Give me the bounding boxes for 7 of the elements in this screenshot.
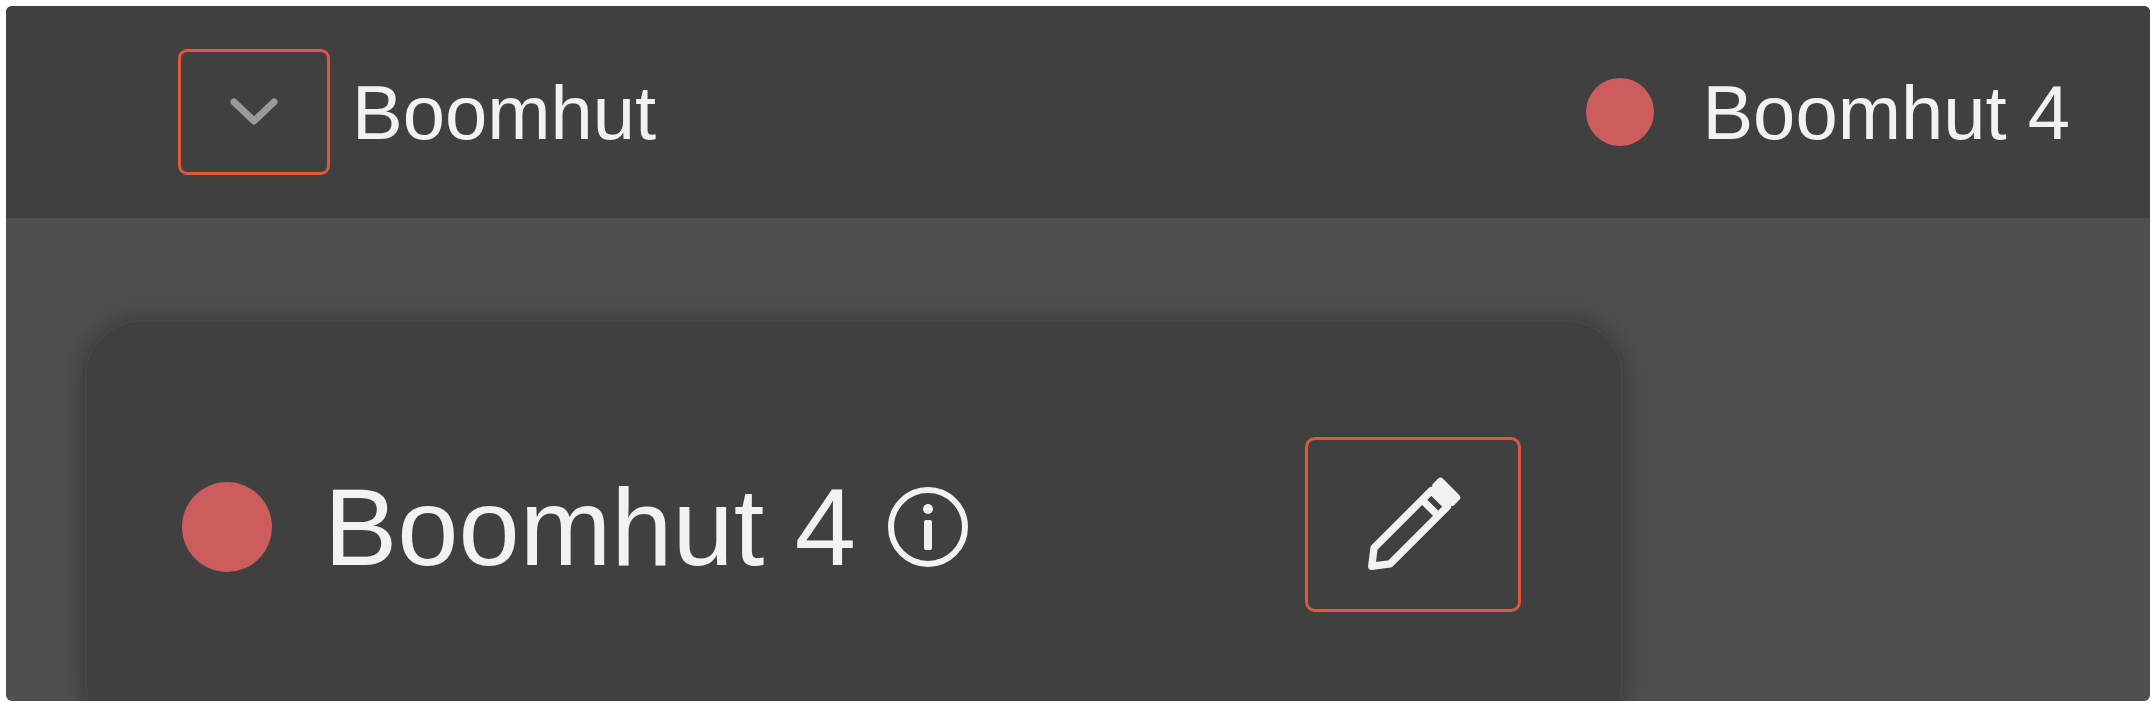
edit-button[interactable] <box>1305 437 1521 612</box>
bar-title: Boomhut <box>352 68 658 156</box>
dropdown-button[interactable] <box>178 49 330 175</box>
current-label: Boomhut 4 <box>1702 68 2070 156</box>
card-title: Boomhut 4 <box>324 472 856 582</box>
info-icon[interactable] <box>886 485 970 569</box>
chevron-down-icon <box>229 97 279 127</box>
